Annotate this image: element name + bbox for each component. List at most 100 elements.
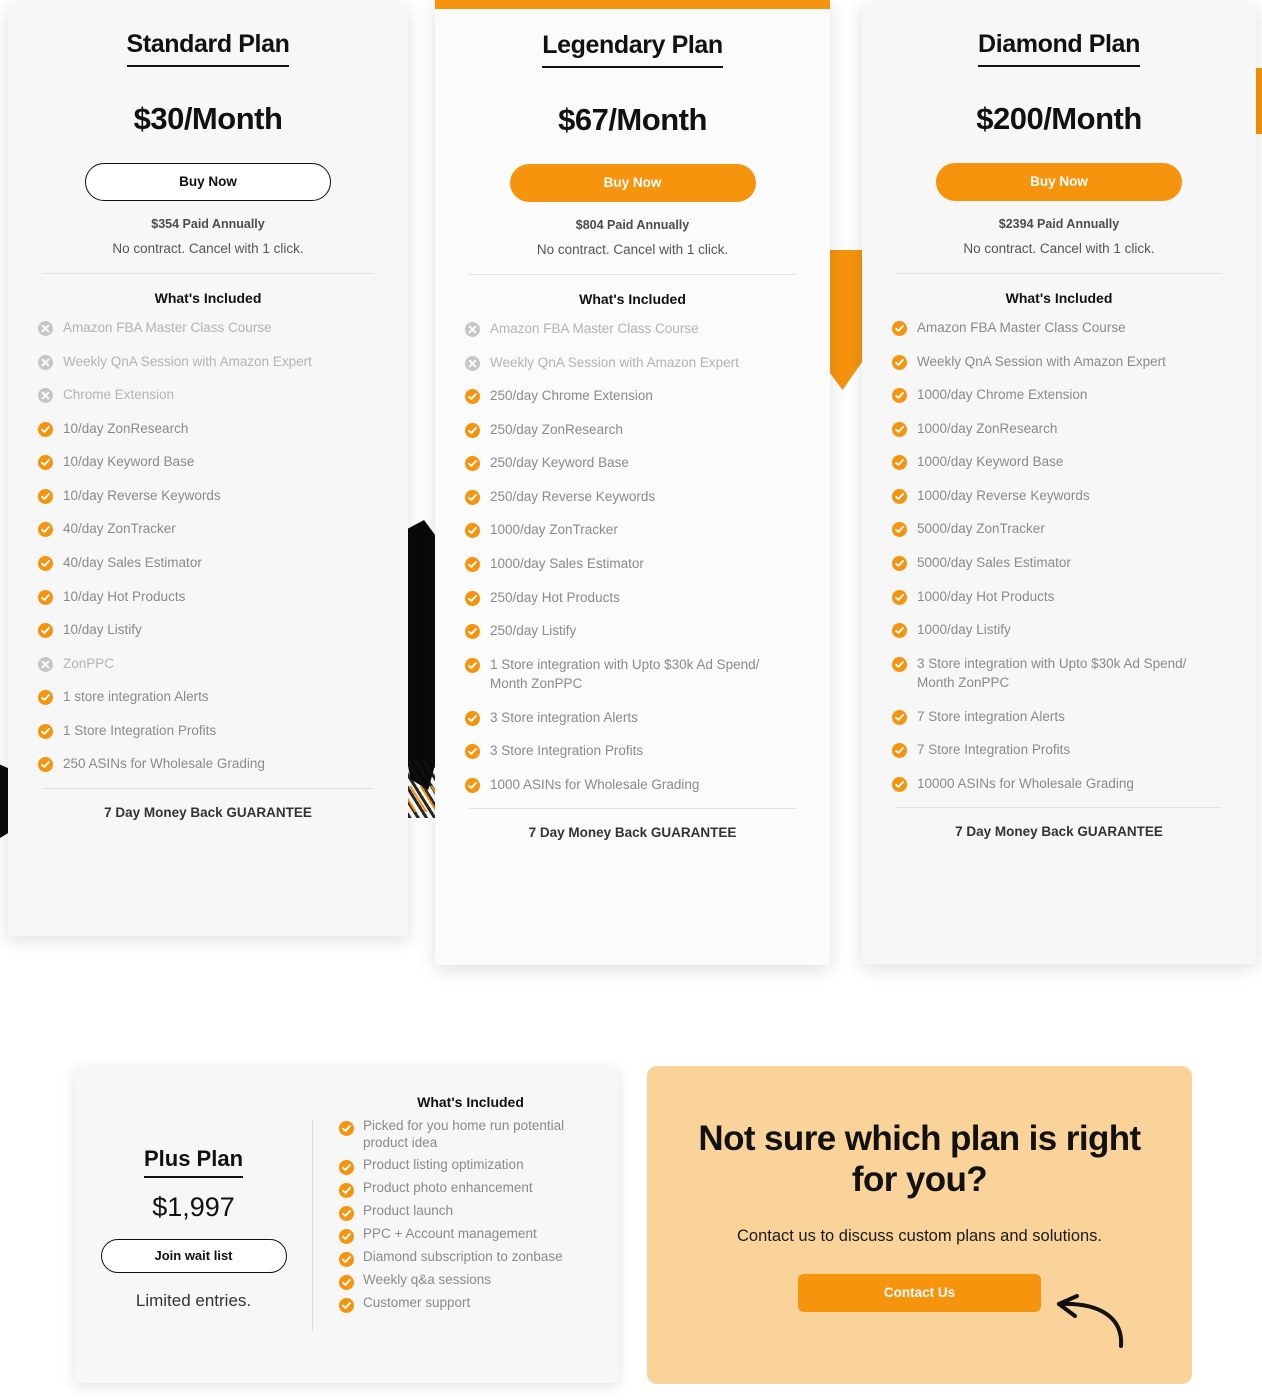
- check-circle-icon: [465, 556, 480, 572]
- feature-label: Product listing optimization: [363, 1156, 524, 1172]
- check-circle-icon: [465, 489, 480, 505]
- feature-item: 1000/day ZonTracker: [465, 520, 800, 540]
- check-circle-icon: [339, 1205, 354, 1221]
- feature-label: Amazon FBA Master Class Course: [63, 320, 272, 335]
- feature-item: 1000 ASINs for Wholesale Grading: [465, 775, 800, 795]
- plan-card-legendary: Legendary Plan $67/Month Buy Now $804 Pa…: [435, 0, 830, 965]
- buy-now-button[interactable]: Buy Now: [509, 164, 756, 202]
- feature-item: 250/day Hot Products: [465, 588, 800, 608]
- feature-label: 5000/day Sales Estimator: [917, 554, 1071, 570]
- feature-label: Weekly QnA Session with Amazon Expert: [917, 353, 1166, 369]
- feature-label: Chrome Extension: [63, 387, 175, 403]
- feature-item: 1000/day Reverse Keywords: [892, 486, 1226, 506]
- check-circle-icon: [892, 354, 907, 370]
- feature-item: 7 Store integration Alerts: [892, 707, 1226, 727]
- check-circle-icon: [892, 421, 907, 437]
- cross-circle-icon: [38, 656, 53, 672]
- feature-label: 250/day Listify: [490, 623, 577, 639]
- feature-label: Weekly QnA Session with Amazon Expert: [490, 354, 739, 370]
- check-circle-icon: [339, 1297, 354, 1313]
- feature-item: Customer support: [339, 1295, 602, 1313]
- check-circle-icon: [892, 623, 907, 639]
- plan-price: $200/Month: [976, 101, 1142, 136]
- plan-title: Plus Plan: [143, 1146, 244, 1178]
- cta-title: Not sure which plan is right for you?: [698, 1119, 1141, 1200]
- feature-label: 250/day ZonResearch: [490, 421, 623, 437]
- cross-circle-icon: [38, 321, 53, 336]
- feature-item: Weekly QnA Session with Amazon Expert: [465, 353, 800, 373]
- no-contract-note: No contract. Cancel with 1 click.: [112, 241, 304, 256]
- feature-label: ZonPPC: [63, 655, 115, 671]
- cross-circle-icon: [465, 355, 480, 371]
- feature-item: 250/day Listify: [465, 621, 800, 641]
- feature-label: Amazon FBA Master Class Course: [490, 321, 699, 336]
- plan-price: $67/Month: [558, 102, 707, 137]
- feature-item: 10/day Keyword Base: [38, 452, 378, 472]
- check-circle-icon: [339, 1251, 354, 1267]
- plus-plan-summary: Plus Plan $1,997 Join wait list Limited …: [75, 1068, 312, 1383]
- plus-plan-features: What's Included Picked for you home run …: [313, 1068, 618, 1383]
- join-wait-list-button[interactable]: Join wait list: [100, 1239, 287, 1273]
- feature-item: Weekly QnA Session with Amazon Expert: [892, 352, 1226, 372]
- feature-item: 3 Store Integration Profits: [465, 741, 800, 761]
- pricing-page: Standard Plan $30/Month Buy Now $354 Pai…: [0, 0, 1262, 1400]
- feature-item: Diamond subscription to zonbase: [339, 1249, 602, 1267]
- feature-item: 40/day ZonTracker: [38, 519, 378, 539]
- feature-item: Product photo enhancement: [339, 1180, 602, 1198]
- plan-card-plus: Plus Plan $1,997 Join wait list Limited …: [75, 1068, 618, 1383]
- feature-label: Picked for you home run potential produc…: [363, 1118, 565, 1150]
- feature-label: 3 Store integration with Upto $30k Ad Sp…: [917, 655, 1187, 691]
- feature-item: Product launch: [339, 1203, 602, 1221]
- contact-cta-panel: Not sure which plan is right for you? Co…: [647, 1066, 1192, 1384]
- divider: [42, 787, 374, 789]
- feature-item: 1000/day Sales Estimator: [465, 554, 800, 574]
- check-circle-icon: [339, 1121, 354, 1136]
- whats-included-heading: What's Included: [154, 290, 262, 306]
- money-back-guarantee: 7 Day Money Back GUARANTEE: [528, 825, 737, 841]
- annual-price: $354 Paid Annually: [151, 217, 265, 231]
- whats-included-heading: What's Included: [1005, 290, 1113, 306]
- feature-item: 5000/day Sales Estimator: [892, 553, 1226, 573]
- check-circle-icon: [339, 1182, 354, 1198]
- cross-circle-icon: [38, 388, 53, 404]
- feature-label: Weekly QnA Session with Amazon Expert: [63, 353, 312, 369]
- check-circle-icon: [892, 709, 907, 725]
- feature-item: 1 store integration Alerts: [38, 687, 378, 707]
- contact-us-button[interactable]: Contact Us: [798, 1273, 1041, 1312]
- feature-item: 10000 ASINs for Wholesale Grading: [892, 774, 1226, 794]
- whats-included-heading: What's Included: [579, 291, 686, 307]
- no-contract-note: No contract. Cancel with 1 click.: [963, 241, 1155, 256]
- whats-included-heading: What's Included: [417, 1094, 524, 1110]
- buy-now-button[interactable]: Buy Now: [936, 163, 1182, 201]
- check-circle-icon: [339, 1159, 354, 1175]
- feature-label: 5000/day ZonTracker: [917, 521, 1045, 537]
- feature-list: Amazon FBA Master Class Course Weekly QnA…: [465, 319, 800, 794]
- check-circle-icon: [339, 1228, 354, 1244]
- feature-label: Product launch: [363, 1202, 454, 1218]
- divider: [469, 808, 796, 810]
- feature-item: Amazon FBA Master Class Course: [892, 318, 1226, 338]
- feature-item: Chrome Extension: [38, 385, 378, 405]
- feature-list: Picked for you home run potential produc…: [339, 1118, 602, 1313]
- check-circle-icon: [38, 555, 53, 571]
- feature-label: 250/day Keyword Base: [490, 455, 629, 471]
- feature-label: 10/day Hot Products: [63, 588, 186, 604]
- feature-item: 1000/day ZonResearch: [892, 419, 1226, 439]
- check-circle-icon: [892, 455, 907, 471]
- feature-item: Amazon FBA Master Class Course: [38, 318, 378, 338]
- check-circle-icon: [465, 657, 480, 673]
- check-circle-icon: [465, 456, 480, 472]
- feature-label: Product photo enhancement: [363, 1179, 533, 1195]
- check-circle-icon: [892, 743, 907, 759]
- feature-item: 1 Store Integration Profits: [38, 721, 378, 741]
- check-circle-icon: [892, 488, 907, 504]
- feature-item: 250/day ZonResearch: [465, 420, 800, 440]
- feature-label: 1000/day Hot Products: [917, 588, 1055, 604]
- money-back-guarantee: 7 Day Money Back GUARANTEE: [955, 824, 1163, 840]
- feature-item: 3 Store integration with Upto $30k Ad Sp…: [892, 654, 1226, 693]
- check-circle-icon: [38, 455, 53, 471]
- feature-item: Product listing optimization: [339, 1157, 602, 1175]
- buy-now-button[interactable]: Buy Now: [85, 163, 331, 201]
- feature-label: Customer support: [363, 1294, 471, 1310]
- feature-list: Amazon FBA Master Class Course Weekly QnA…: [38, 318, 378, 774]
